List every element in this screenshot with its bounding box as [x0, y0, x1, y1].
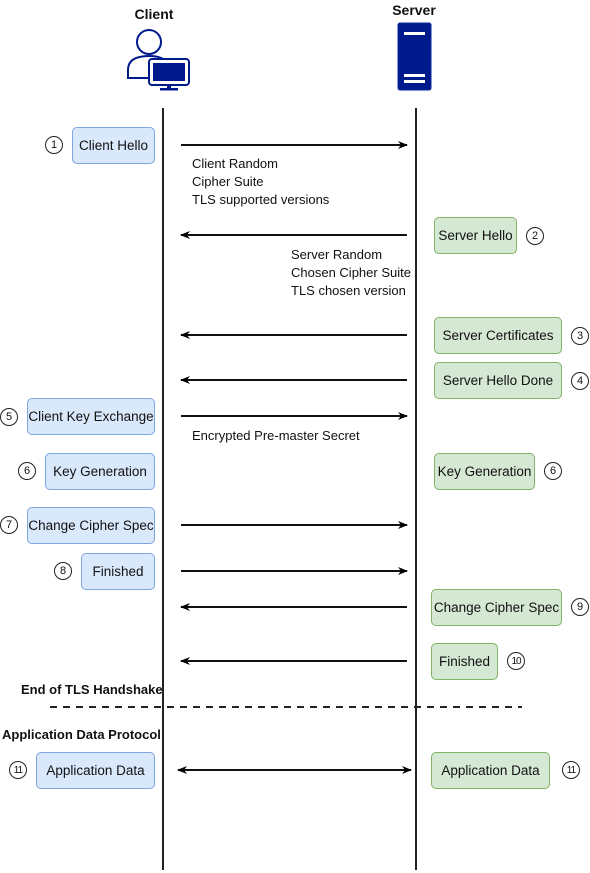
- note-line: Client Random: [192, 156, 278, 171]
- step-number: 6: [18, 462, 36, 480]
- server-hello-box: Server Hello: [434, 217, 517, 254]
- client-key-exchange-box: Client Key Exchange: [27, 398, 155, 435]
- server-key-generation-box: Key Generation: [434, 453, 535, 490]
- client-key-exchange-notes: Encrypted Pre-master Secret: [192, 427, 360, 445]
- step-number: 2: [526, 227, 544, 245]
- client-key-generation-box: Key Generation: [45, 453, 155, 490]
- server-lifeline: [415, 108, 417, 870]
- note-line: Cipher Suite: [192, 174, 264, 189]
- server-change-cipher-spec-box: Change Cipher Spec: [431, 589, 562, 626]
- note-line: Chosen Cipher Suite: [291, 265, 411, 280]
- client-change-cipher-spec-box: Change Cipher Spec: [27, 507, 155, 544]
- server-finished-box: Finished: [431, 643, 498, 680]
- step-number: 1: [45, 136, 63, 154]
- step-number: 8: [54, 562, 72, 580]
- step-number: 7: [0, 516, 18, 534]
- step-number: 11: [562, 761, 580, 779]
- server-application-data-box: Application Data: [431, 752, 550, 789]
- client-finished-box: Finished: [81, 553, 155, 590]
- step-number: 5: [0, 408, 18, 426]
- server-hello-notes: Server Random Chosen Cipher Suite TLS ch…: [291, 246, 411, 300]
- client-application-data-box: Application Data: [36, 752, 155, 789]
- server-actor-label: Server: [392, 2, 436, 18]
- client-lifeline: [162, 108, 164, 870]
- server-certificates-box: Server Certificates: [434, 317, 562, 354]
- step-number: 9: [571, 598, 589, 616]
- user-computer-icon: [127, 29, 190, 91]
- end-of-handshake-label: End of TLS Handshake: [21, 682, 163, 697]
- client-actor-label: Client: [134, 6, 174, 22]
- step-number: 6: [544, 462, 562, 480]
- note-line: Server Random: [291, 247, 383, 262]
- step-number: 3: [571, 327, 589, 345]
- note-line: TLS chosen version: [291, 283, 406, 298]
- server-icon: [397, 22, 432, 91]
- step-number: 10: [507, 652, 525, 670]
- client-hello-notes: Client Random Cipher Suite TLS supported…: [192, 155, 329, 209]
- note-line: TLS supported versions: [192, 192, 330, 207]
- note-line: Encrypted Pre-master Secret: [192, 428, 360, 443]
- step-number: 11: [9, 761, 27, 779]
- application-data-protocol-label: Application Data Protocol: [2, 727, 161, 742]
- server-hello-done-box: Server Hello Done: [434, 362, 562, 399]
- step-number: 4: [571, 372, 589, 390]
- client-hello-box: Client Hello: [72, 127, 155, 164]
